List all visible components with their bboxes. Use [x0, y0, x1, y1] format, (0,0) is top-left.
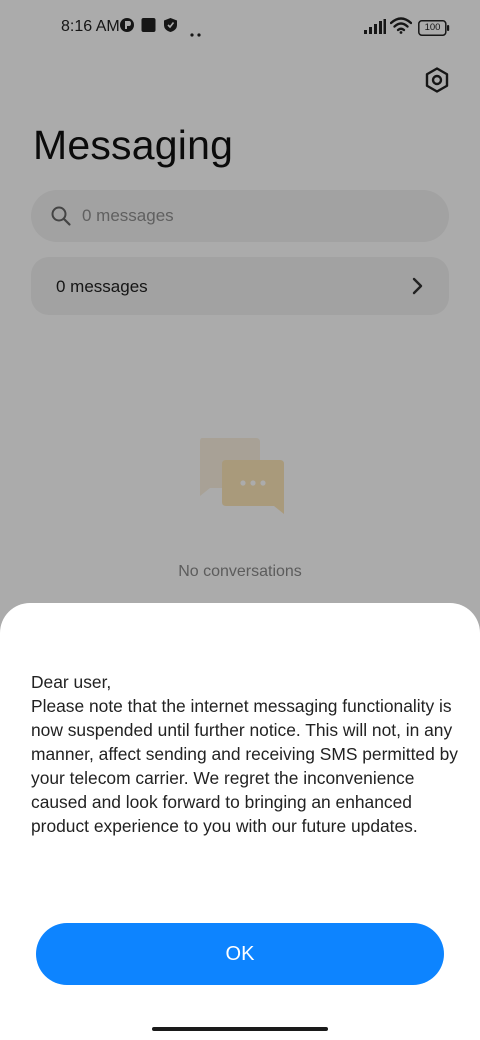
ok-button[interactable]: OK — [36, 923, 444, 985]
notice-dialog: Dear user, Please note that the internet… — [0, 603, 480, 1040]
dialog-message: Dear user, Please note that the internet… — [31, 672, 458, 836]
home-indicator[interactable] — [152, 1027, 328, 1031]
